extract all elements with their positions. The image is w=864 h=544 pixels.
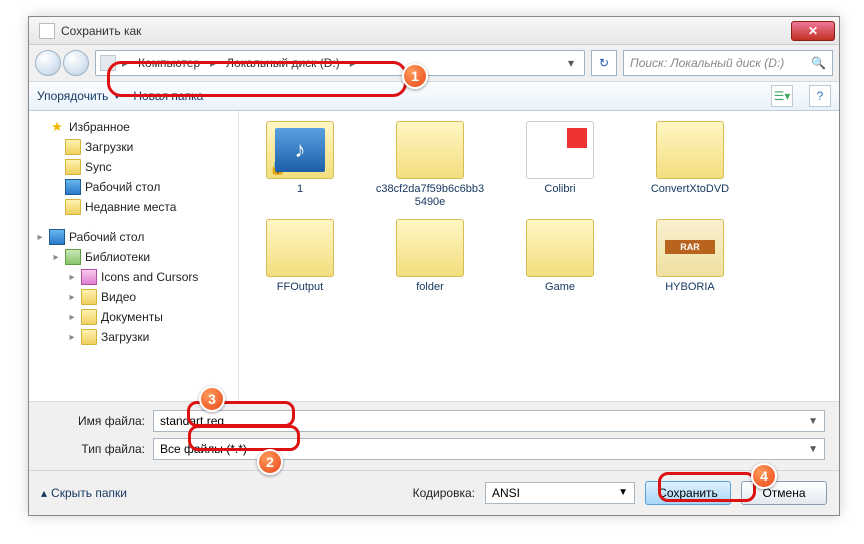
chevron-down-icon[interactable]: ▼ bbox=[808, 444, 818, 455]
encoding-select[interactable]: ANSI ▼ bbox=[485, 482, 635, 504]
save-as-dialog: Сохранить как ✕ ▸ Компьютер ▸ Локальный … bbox=[28, 16, 840, 516]
breadcrumb-arrow-icon: ▸ bbox=[208, 56, 218, 70]
window-title: Сохранить как bbox=[61, 24, 791, 38]
tree-libraries[interactable]: ▸Библиотеки bbox=[35, 247, 238, 267]
tree-icons[interactable]: ▸Icons and Cursors bbox=[35, 267, 238, 287]
file-item[interactable]: Game bbox=[505, 219, 615, 294]
help-button[interactable]: ? bbox=[809, 85, 831, 107]
tree-favorites[interactable]: ★Избранное bbox=[35, 117, 238, 137]
filetype-select[interactable]: Все файлы (*.*) ▼ bbox=[153, 438, 825, 460]
folder-icon bbox=[526, 219, 594, 277]
folder-icon bbox=[396, 219, 464, 277]
folder-icon bbox=[656, 219, 724, 277]
search-placeholder: Поиск: Локальный диск (D:) bbox=[630, 56, 784, 70]
file-label: HYBORIA bbox=[665, 281, 715, 294]
nav-buttons bbox=[35, 50, 89, 76]
encoding-value: ANSI bbox=[492, 486, 520, 500]
filename-value: standart.reg bbox=[160, 414, 224, 428]
search-icon: 🔍 bbox=[811, 56, 826, 70]
tree-documents[interactable]: ▸Документы bbox=[35, 307, 238, 327]
tree-desktop[interactable]: Рабочий стол bbox=[35, 177, 238, 197]
refresh-button[interactable]: ↻ bbox=[591, 50, 617, 76]
encoding-label: Кодировка: bbox=[413, 486, 475, 500]
file-item[interactable]: FFOutput bbox=[245, 219, 355, 294]
nav-tree[interactable]: ★Избранное Загрузки Sync Рабочий стол Не… bbox=[29, 111, 239, 401]
file-item[interactable]: ConvertXtoDVD bbox=[635, 121, 745, 209]
filename-label: Имя файла: bbox=[43, 414, 153, 428]
view-options-button[interactable]: ☰▾ bbox=[771, 85, 793, 107]
forward-button[interactable] bbox=[63, 50, 89, 76]
file-label: Game bbox=[545, 281, 575, 294]
breadcrumb-computer[interactable]: Компьютер bbox=[134, 51, 204, 75]
file-label: 1 bbox=[297, 183, 303, 196]
titlebar: Сохранить как ✕ bbox=[29, 17, 839, 45]
folder-icon bbox=[656, 121, 724, 179]
file-item[interactable]: c38cf2da7f59b6c6bb35490e bbox=[375, 121, 485, 209]
file-label: FFOutput bbox=[277, 281, 323, 294]
tree-sync[interactable]: Sync bbox=[35, 157, 238, 177]
app-icon bbox=[39, 23, 55, 39]
file-item[interactable]: 1 bbox=[245, 121, 355, 209]
file-label: c38cf2da7f59b6c6bb35490e bbox=[375, 183, 485, 209]
tree-desktop-root[interactable]: ▸Рабочий стол bbox=[35, 227, 238, 247]
chevron-up-icon: ▴ bbox=[41, 486, 47, 500]
organize-menu[interactable]: Упорядочить ▼ bbox=[37, 89, 121, 103]
bottom-bar: ▴ Скрыть папки Кодировка: ANSI ▼ Сохрани… bbox=[29, 470, 839, 514]
organize-label: Упорядочить bbox=[37, 89, 108, 103]
folder-icon bbox=[526, 121, 594, 179]
breadcrumb-arrow-icon: ▸ bbox=[348, 56, 358, 70]
breadcrumb-drive[interactable]: Локальный диск (D:) bbox=[222, 51, 344, 75]
file-label: Colibri bbox=[544, 183, 575, 196]
search-input[interactable]: Поиск: Локальный диск (D:) 🔍 bbox=[623, 50, 833, 76]
chevron-down-icon[interactable]: ▼ bbox=[808, 416, 818, 427]
folder-icon bbox=[266, 121, 334, 179]
filename-input[interactable]: standart.reg ▼ bbox=[153, 410, 825, 432]
new-folder-button[interactable]: Новая папка bbox=[133, 89, 203, 103]
save-button[interactable]: Сохранить bbox=[645, 481, 731, 505]
file-item[interactable]: folder bbox=[375, 219, 485, 294]
chevron-down-icon: ▼ bbox=[112, 91, 121, 101]
file-label: ConvertXtoDVD bbox=[651, 183, 729, 196]
nav-row: ▸ Компьютер ▸ Локальный диск (D:) ▸ ▾ ↻ … bbox=[29, 45, 839, 81]
tree-downloads2[interactable]: ▸Загрузки bbox=[35, 327, 238, 347]
folder-icon bbox=[266, 219, 334, 277]
breadcrumb-arrow-icon: ▸ bbox=[120, 56, 130, 70]
hide-folders-toggle[interactable]: ▴ Скрыть папки bbox=[41, 486, 127, 500]
filetype-label: Тип файла: bbox=[43, 442, 153, 456]
toolbar: Упорядочить ▼ Новая папка ☰▾ ? bbox=[29, 81, 839, 111]
cancel-button[interactable]: Отмена bbox=[741, 481, 827, 505]
folder-icon bbox=[396, 121, 464, 179]
file-grid[interactable]: 1 c38cf2da7f59b6c6bb35490e Colibri ConvertX… bbox=[239, 111, 839, 401]
file-label: folder bbox=[416, 281, 444, 294]
filetype-value: Все файлы (*.*) bbox=[160, 442, 247, 456]
tree-downloads[interactable]: Загрузки bbox=[35, 137, 238, 157]
form-area: Имя файла: standart.reg ▼ Тип файла: Все… bbox=[29, 401, 839, 470]
back-button[interactable] bbox=[35, 50, 61, 76]
file-item[interactable]: HYBORIA bbox=[635, 219, 745, 294]
tree-recent[interactable]: Недавние места bbox=[35, 197, 238, 217]
tree-video[interactable]: ▸Видео bbox=[35, 287, 238, 307]
breadcrumb-dropdown-icon[interactable]: ▾ bbox=[562, 56, 580, 70]
breadcrumb[interactable]: ▸ Компьютер ▸ Локальный диск (D:) ▸ ▾ bbox=[95, 50, 585, 76]
chevron-down-icon: ▼ bbox=[618, 487, 628, 498]
computer-icon bbox=[100, 55, 116, 71]
body: ★Избранное Загрузки Sync Рабочий стол Не… bbox=[29, 111, 839, 401]
close-button[interactable]: ✕ bbox=[791, 21, 835, 41]
file-item[interactable]: Colibri bbox=[505, 121, 615, 209]
